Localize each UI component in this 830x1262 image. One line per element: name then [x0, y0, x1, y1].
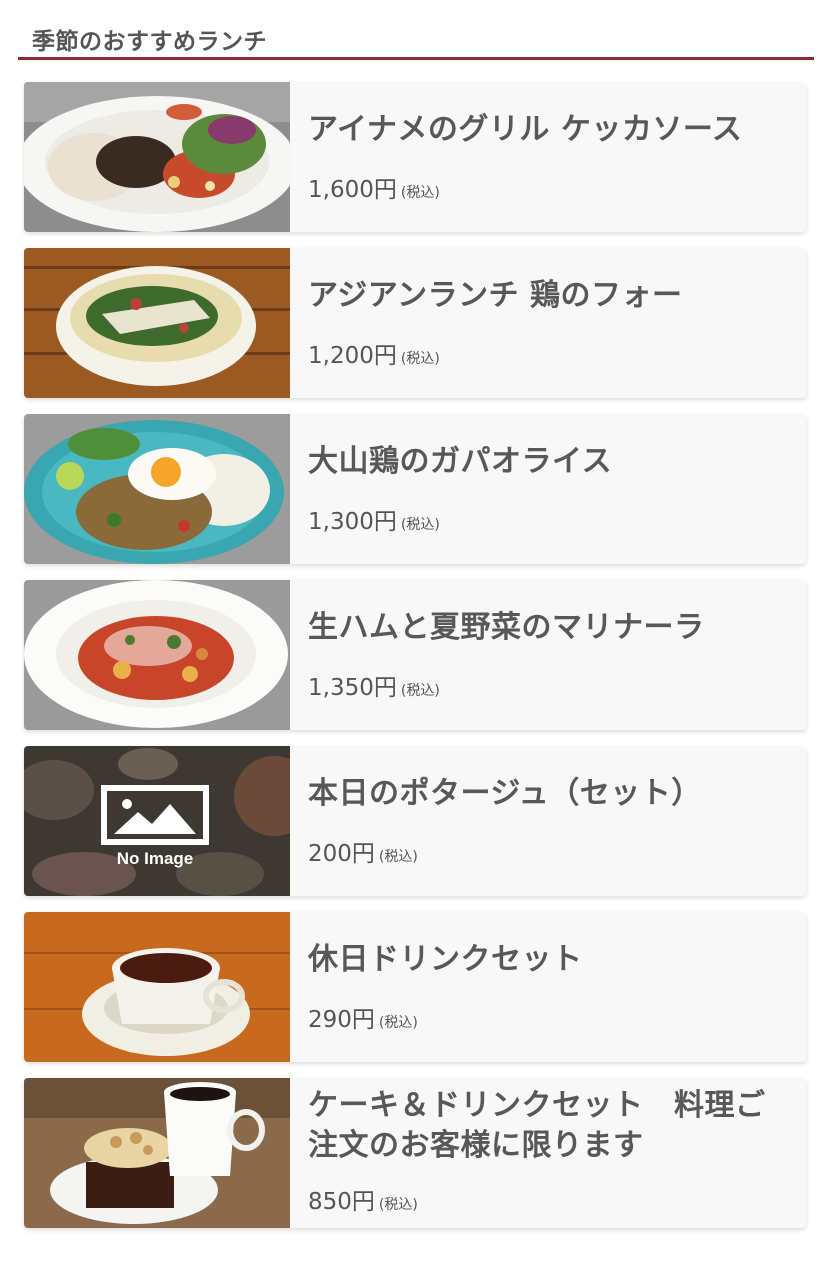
price-row: 1,300円 (税込) [308, 502, 440, 536]
pho-photo [24, 248, 290, 398]
gapao-rice-photo [24, 414, 290, 564]
tax-note: (税込) [400, 683, 440, 699]
tax-note: (税込) [400, 185, 440, 201]
section-title: 季節のおすすめランチ [32, 29, 267, 55]
price-row: 850円 (税込) [308, 1182, 418, 1216]
cake-and-coffee-photo [24, 1078, 290, 1228]
price-row: 1,600円 (税込) [308, 170, 440, 204]
tax-note: (税込) [400, 351, 440, 367]
menu-card[interactable]: ケーキ＆ドリンクセット 料理ご注文のお客様に限ります 850円 (税込) [24, 1078, 806, 1228]
tax-note: (税込) [378, 1197, 418, 1213]
item-name: 生ハムと夏野菜のマリナーラ [308, 610, 705, 645]
tax-note: (税込) [400, 517, 440, 533]
section-header: 季節のおすすめランチ [18, 14, 814, 60]
price-row: 200円 (税込) [308, 834, 418, 868]
menu-card[interactable]: No Image 本日のポタージュ（セット） 200円 (税込) [24, 746, 806, 896]
menu-card[interactable]: 休日ドリンクセット 290円 (税込) [24, 912, 806, 1062]
item-name: アジアンランチ 鶏のフォー [308, 278, 683, 313]
coffee-cup-photo [24, 912, 290, 1062]
menu-card[interactable]: 生ハムと夏野菜のマリナーラ 1,350円 (税込) [24, 580, 806, 730]
no-image-placeholder: No Image [24, 746, 290, 896]
menu-card[interactable]: アジアンランチ 鶏のフォー 1,200円 (税込) [24, 248, 806, 398]
item-price: 1,300円 [308, 509, 397, 535]
item-name: アイナメのグリル ケッカソース [308, 112, 743, 147]
menu-card[interactable]: アイナメのグリル ケッカソース 1,600円 (税込) [24, 82, 806, 232]
tax-note: (税込) [378, 1015, 418, 1031]
item-price: 1,200円 [308, 343, 397, 369]
tax-note: (税込) [378, 849, 418, 865]
item-name: 本日のポタージュ（セット） [308, 776, 702, 811]
marinara-pasta-photo [24, 580, 290, 730]
price-row: 1,350円 (税込) [308, 668, 440, 702]
item-name: 大山鶏のガパオライス [308, 444, 613, 479]
item-name: 休日ドリンクセット [308, 942, 583, 977]
item-price: 850円 [308, 1189, 375, 1215]
item-price: 290円 [308, 1007, 375, 1033]
menu-card[interactable]: 大山鶏のガパオライス 1,300円 (税込) [24, 414, 806, 564]
item-price: 1,350円 [308, 675, 397, 701]
item-price: 1,600円 [308, 177, 397, 203]
price-row: 290円 (税込) [308, 1000, 418, 1034]
no-image-label: No Image [117, 849, 194, 868]
grilled-fish-photo [24, 82, 290, 232]
price-row: 1,200円 (税込) [308, 336, 440, 370]
item-price: 200円 [308, 841, 375, 867]
item-name: ケーキ＆ドリンクセット 料理ご注文のお客様に限ります [308, 1088, 766, 1163]
